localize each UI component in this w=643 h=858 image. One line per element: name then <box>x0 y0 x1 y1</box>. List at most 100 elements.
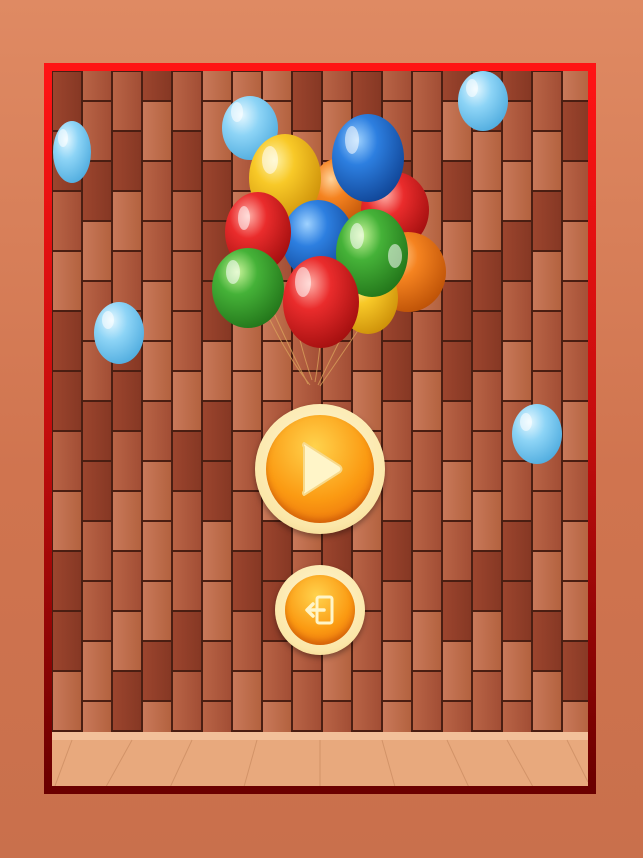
brick <box>473 432 501 490</box>
brick <box>233 72 261 130</box>
brick <box>293 132 321 190</box>
brick <box>473 192 501 250</box>
brick <box>173 492 201 550</box>
brick <box>173 552 201 610</box>
brick <box>413 72 441 130</box>
brick <box>383 102 411 160</box>
brick <box>563 462 588 520</box>
brick <box>383 282 411 340</box>
brick <box>473 72 501 130</box>
brick <box>503 282 531 340</box>
exit-button-face <box>285 575 355 645</box>
exit-button[interactable]: exit-door-icon <box>275 565 365 655</box>
brick <box>203 222 231 280</box>
brick <box>323 102 351 160</box>
brick <box>113 132 141 190</box>
brick <box>383 702 411 736</box>
brick <box>503 462 531 520</box>
brick <box>83 402 111 460</box>
brick <box>53 72 81 130</box>
brick <box>533 192 561 250</box>
brick <box>443 222 471 280</box>
brick <box>263 71 291 100</box>
brick <box>233 672 261 730</box>
brick <box>233 252 261 310</box>
brick <box>143 402 171 460</box>
brick <box>113 372 141 430</box>
brick <box>143 642 171 700</box>
brick <box>203 102 231 160</box>
brick <box>53 552 81 610</box>
brick <box>113 552 141 610</box>
brick <box>203 342 231 400</box>
brick <box>203 162 231 220</box>
brick <box>533 72 561 130</box>
brick <box>233 132 261 190</box>
play-button[interactable]: play-icon <box>255 404 385 534</box>
brick <box>263 282 291 340</box>
brick <box>83 102 111 160</box>
brick <box>323 702 351 736</box>
brick <box>563 162 588 220</box>
brick <box>203 462 231 520</box>
brick <box>83 702 111 736</box>
brick <box>563 222 588 280</box>
brick <box>383 462 411 520</box>
brick <box>383 342 411 400</box>
brick <box>413 492 441 550</box>
brick <box>563 102 588 160</box>
brick <box>233 552 261 610</box>
brick <box>143 102 171 160</box>
brick <box>143 162 171 220</box>
brick <box>83 462 111 520</box>
brick <box>533 672 561 730</box>
brick <box>443 702 471 736</box>
brick <box>203 582 231 640</box>
brick <box>473 252 501 310</box>
brick <box>323 162 351 220</box>
brick <box>383 402 411 460</box>
brick <box>503 342 531 400</box>
brick <box>353 72 381 130</box>
brick <box>563 402 588 460</box>
brick <box>263 642 291 700</box>
brick <box>443 71 471 100</box>
brick <box>143 462 171 520</box>
brick <box>563 582 588 640</box>
brick <box>203 71 231 100</box>
brick <box>443 162 471 220</box>
brick <box>293 312 321 370</box>
brick <box>563 71 588 100</box>
brick <box>113 492 141 550</box>
brick <box>413 432 441 490</box>
brick <box>293 252 321 310</box>
brick <box>83 282 111 340</box>
brick <box>113 612 141 670</box>
brick <box>173 672 201 730</box>
brick <box>383 582 411 640</box>
brick <box>323 282 351 340</box>
brick <box>383 71 411 100</box>
brick <box>503 222 531 280</box>
brick <box>173 252 201 310</box>
brick <box>173 612 201 670</box>
brick <box>143 702 171 736</box>
brick <box>203 702 231 736</box>
brick <box>173 312 201 370</box>
brick <box>533 432 561 490</box>
brick <box>563 642 588 700</box>
brick <box>353 252 381 310</box>
brick <box>53 492 81 550</box>
brick <box>413 672 441 730</box>
brick <box>113 192 141 250</box>
brick <box>83 342 111 400</box>
brick <box>203 642 231 700</box>
brick <box>443 282 471 340</box>
brick <box>143 71 171 100</box>
brick <box>53 672 81 730</box>
brick <box>203 282 231 340</box>
brick <box>413 192 441 250</box>
brick <box>503 642 531 700</box>
brick <box>263 522 291 580</box>
brick <box>413 552 441 610</box>
